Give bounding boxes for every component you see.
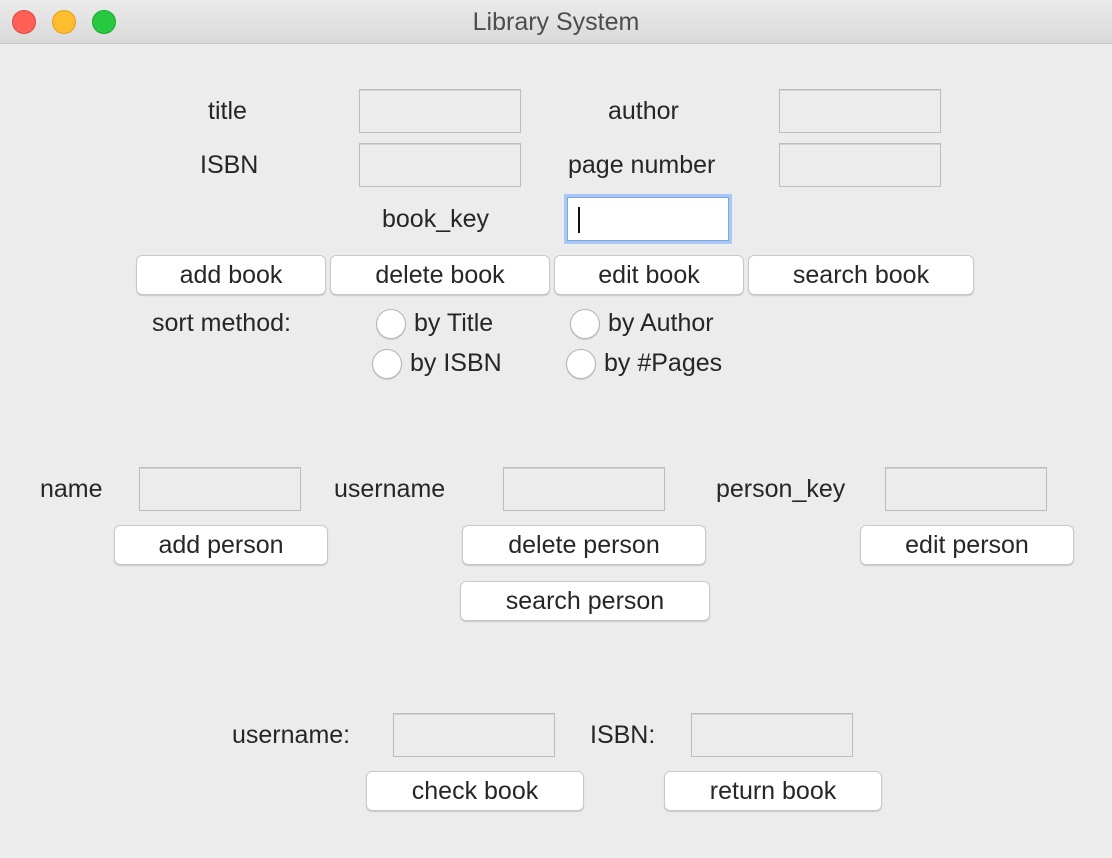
sort-by-pages-label[interactable]: by #Pages bbox=[604, 348, 722, 378]
book-author-label: author bbox=[608, 97, 679, 125]
sort-by-title-label[interactable]: by Title bbox=[414, 308, 493, 338]
sort-by-author-label[interactable]: by Author bbox=[608, 308, 714, 338]
book-key-label: book_key bbox=[382, 205, 490, 233]
sort-by-isbn-radio[interactable] bbox=[372, 349, 402, 379]
book-title-label: title bbox=[208, 97, 247, 125]
person-username-input[interactable] bbox=[503, 467, 665, 511]
return-book-button[interactable]: return book bbox=[664, 771, 882, 811]
book-pages-label: page number bbox=[568, 151, 716, 179]
person-name-label: name bbox=[40, 475, 103, 503]
book-pages-input[interactable] bbox=[779, 143, 941, 187]
person-name-input[interactable] bbox=[139, 467, 301, 511]
person-key-input[interactable] bbox=[885, 467, 1047, 511]
add-person-button[interactable]: add person bbox=[114, 525, 328, 565]
title-bar[interactable]: Library System bbox=[0, 0, 1112, 44]
book-author-input[interactable] bbox=[779, 89, 941, 133]
checkout-isbn-label: ISBN: bbox=[590, 721, 656, 749]
check-book-button[interactable]: check book bbox=[366, 771, 584, 811]
person-username-label: username bbox=[334, 475, 446, 503]
sort-method-label: sort method: bbox=[152, 309, 291, 337]
window-title: Library System bbox=[472, 8, 640, 36]
edit-book-button[interactable]: edit book bbox=[554, 255, 744, 295]
checkout-isbn-input[interactable] bbox=[691, 713, 853, 757]
sort-by-title-radio[interactable] bbox=[376, 309, 406, 339]
sort-by-isbn-label[interactable]: by ISBN bbox=[410, 348, 502, 378]
text-caret bbox=[578, 207, 580, 233]
book-title-input[interactable] bbox=[359, 89, 521, 133]
checkout-username-label: username: bbox=[232, 721, 351, 749]
delete-person-button[interactable]: delete person bbox=[462, 525, 706, 565]
library-window: Library System title author ISBN page nu… bbox=[0, 0, 1112, 858]
book-key-input[interactable] bbox=[567, 197, 729, 241]
add-book-button[interactable]: add book bbox=[136, 255, 326, 295]
sort-by-author-radio[interactable] bbox=[570, 309, 600, 339]
sort-by-pages-radio[interactable] bbox=[566, 349, 596, 379]
book-isbn-label: ISBN bbox=[200, 151, 259, 179]
book-isbn-input[interactable] bbox=[359, 143, 521, 187]
search-person-button[interactable]: search person bbox=[460, 581, 710, 621]
search-book-button[interactable]: search book bbox=[748, 255, 974, 295]
edit-person-button[interactable]: edit person bbox=[860, 525, 1074, 565]
delete-book-button[interactable]: delete book bbox=[330, 255, 550, 295]
person-key-label: person_key bbox=[716, 475, 846, 503]
checkout-username-input[interactable] bbox=[393, 713, 555, 757]
